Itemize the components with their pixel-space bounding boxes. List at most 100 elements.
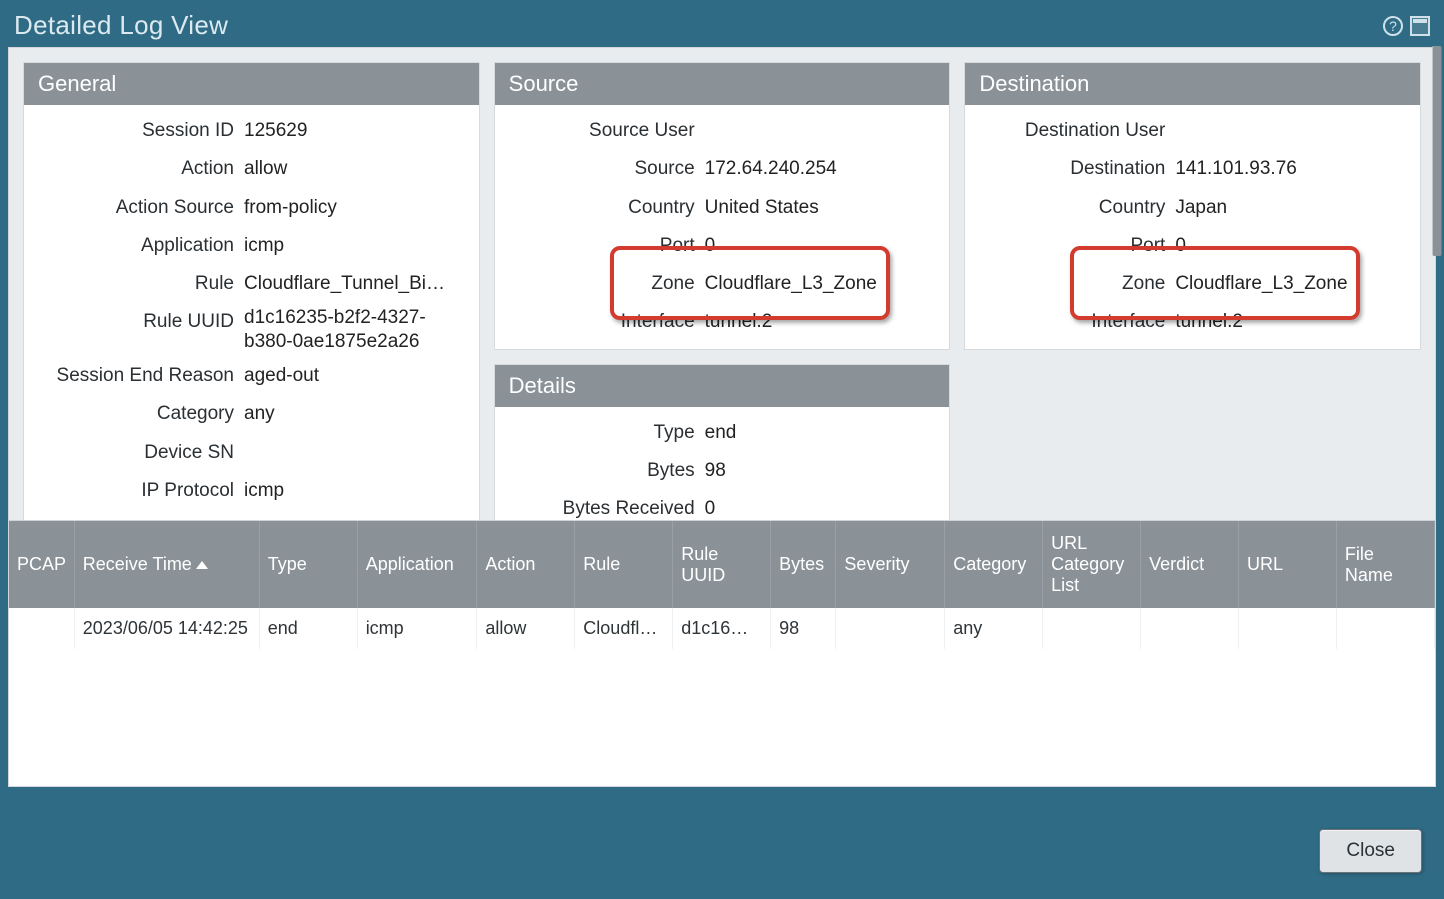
kv-label: Source (495, 153, 695, 185)
kv-value: Cloudflare_L3_Zone (1175, 268, 1410, 300)
modal-header: Detailed Log View ? (0, 0, 1444, 47)
maximize-icon[interactable] (1410, 16, 1430, 36)
panel-details: Details Typeend Bytes 98 Bytes Received 0 (494, 364, 951, 520)
kv-value: 125629 (244, 115, 469, 147)
kv-label: Zone (965, 268, 1165, 300)
table-header[interactable]: URL Category List (1043, 521, 1141, 608)
kv-label: Source User (495, 115, 695, 147)
kv-label: Rule (24, 268, 234, 300)
kv-label: Country (495, 192, 695, 224)
table-header[interactable]: Bytes (771, 521, 836, 608)
panels-area: General Session ID 125629 Action allow Actio… (9, 48, 1435, 520)
kv-value: United States (705, 192, 940, 224)
kv-label: Application (24, 230, 234, 262)
table-header[interactable]: Application (357, 521, 477, 608)
svg-text:?: ? (1389, 18, 1397, 34)
table-header[interactable]: Category (945, 521, 1043, 608)
panel-general: General Session ID 125629 Action allow Actio… (23, 62, 480, 520)
help-icon[interactable]: ? (1382, 15, 1404, 37)
kv-value: Japan (1175, 192, 1410, 224)
table-cell (9, 608, 74, 649)
kv-label: Log Action (24, 513, 234, 520)
table-header[interactable]: Rule UUID (673, 521, 771, 608)
kv-value: 98 (705, 455, 940, 487)
kv-value: any (244, 398, 469, 430)
table-header[interactable]: Rule (575, 521, 673, 608)
kv-label: Interface (965, 306, 1165, 338)
table-cell: Cloudfl… (575, 608, 673, 649)
table-cell: end (259, 608, 357, 649)
kv-value: 0 (1175, 230, 1410, 262)
table-cell (1141, 608, 1239, 649)
kv-value (1175, 115, 1410, 147)
kv-label: Action Source (24, 192, 234, 224)
panel-destination: Destination Destination User Destination 1… (964, 62, 1421, 350)
table-cell (1239, 608, 1337, 649)
table-cell (836, 608, 945, 649)
table-cell: 98 (771, 608, 836, 649)
kv-label: Device SN (24, 437, 234, 469)
kv-value: tunnel.2 (1175, 306, 1410, 338)
kv-value: 0 (705, 493, 940, 520)
table-cell: 2023/06/05 14:42:25 (74, 608, 259, 649)
table-header[interactable]: PCAP (9, 521, 74, 608)
close-button[interactable]: Close (1319, 829, 1422, 873)
kv-label: Rule UUID (24, 306, 234, 354)
panel-source: Source Source User Source 172.64.240.254 Co… (494, 62, 951, 350)
table-cell (1043, 608, 1141, 649)
kv-value: icmp (244, 230, 469, 262)
kv-value: aged-out (244, 360, 469, 392)
kv-value: end (705, 417, 940, 449)
log-table[interactable]: PCAPReceive TimeTypeApplicationActionRul… (9, 520, 1435, 786)
kv-value: d1c16235-b2f2-4327-b380-0ae1875e2a26 (244, 306, 469, 354)
kv-value: tunnel.2 (705, 306, 940, 338)
kv-label: Session End Reason (24, 360, 234, 392)
kv-label: Country (965, 192, 1165, 224)
kv-label: Port (965, 230, 1165, 262)
kv-value: Cloudflare_Tunnel_Bi… (244, 268, 469, 300)
table-cell: icmp (357, 608, 477, 649)
kv-value: allow (244, 153, 469, 185)
kv-value: from-policy (244, 192, 469, 224)
table-header[interactable]: Type (259, 521, 357, 608)
table-header[interactable]: URL (1239, 521, 1337, 608)
sort-asc-icon (196, 561, 208, 569)
panel-title-source: Source (495, 63, 950, 105)
kv-value (244, 513, 469, 520)
kv-value (244, 437, 469, 469)
panel-title-destination: Destination (965, 63, 1420, 105)
kv-label: Bytes (495, 455, 695, 487)
table-header[interactable]: Severity (836, 521, 945, 608)
scrollbar[interactable] (1432, 46, 1442, 256)
kv-label: Bytes Received (495, 493, 695, 520)
panel-title-general: General (24, 63, 479, 105)
kv-label: Interface (495, 306, 695, 338)
panel-title-details: Details (495, 365, 950, 407)
kv-value: Cloudflare_L3_Zone (705, 268, 940, 300)
kv-label: Action (24, 153, 234, 185)
table-header[interactable]: File Name (1336, 521, 1434, 608)
kv-label: Destination User (965, 115, 1165, 147)
table-cell: allow (477, 608, 575, 649)
workspace: General Session ID125629ActionallowActio… (8, 47, 1436, 787)
table-cell: d1c16… (673, 608, 771, 649)
table-header[interactable]: Action (477, 521, 575, 608)
kv-value (705, 115, 940, 147)
table-row[interactable]: 2023/06/05 14:42:25endicmpallowCloudfl…d… (9, 608, 1435, 649)
kv-label: IP Protocol (24, 475, 234, 507)
kv-label: Category (24, 398, 234, 430)
kv-value: 141.101.93.76 (1175, 153, 1410, 185)
kv-label: Port (495, 230, 695, 262)
kv-label: Type (495, 417, 695, 449)
table-cell: any (945, 608, 1043, 649)
kv-value: icmp (244, 475, 469, 507)
page-title: Detailed Log View (14, 10, 228, 41)
kv-value: 172.64.240.254 (705, 153, 940, 185)
kv-label: Destination (965, 153, 1165, 185)
modal-footer: Close (1319, 829, 1422, 873)
kv-label: Zone (495, 268, 695, 300)
table-header[interactable]: Receive Time (74, 521, 259, 608)
table-header[interactable]: Verdict (1141, 521, 1239, 608)
kv-value: 0 (705, 230, 940, 262)
kv-label: Session ID (24, 115, 234, 147)
